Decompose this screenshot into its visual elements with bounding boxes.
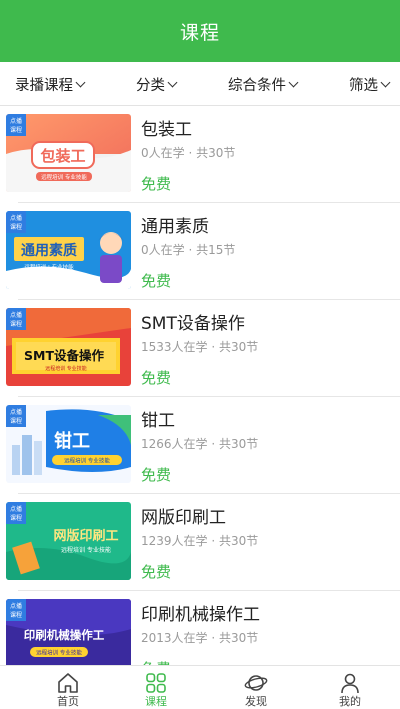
course-thumbnail: 包装工 远程培训 专业技能 点播 课程 [6, 114, 131, 192]
filter-bar: 录播课程 分类 综合条件 筛选 [0, 62, 400, 106]
thumb-badge: 点播 [10, 117, 22, 125]
filter-label: 录播课程 [15, 78, 73, 94]
chevron-down-icon [167, 77, 178, 87]
thumb-subcaption: 远程培训 专业技能 [45, 365, 87, 372]
filter-label: 综合条件 [228, 78, 286, 94]
course-price: 免费 [141, 369, 172, 387]
course-meta: 1266人在学 · 共30节 [141, 437, 259, 451]
thumb-badge: 点播 [10, 214, 22, 222]
home-icon [58, 673, 78, 693]
thumb-badge: 课程 [10, 514, 22, 522]
user-icon [341, 673, 359, 694]
course-meta: 0人在学 · 共15节 [141, 243, 236, 257]
chevron-down-icon [75, 77, 86, 87]
thumb-subcaption: 远程培训 专业技能 [64, 457, 110, 465]
thumb-caption: 网版印刷工 [53, 528, 118, 544]
thumb-badge: 点播 [10, 602, 22, 610]
tab-label: 课程 [145, 695, 167, 708]
course-meta: 1239人在学 · 共30节 [141, 534, 259, 548]
course-meta: 1533人在学 · 共30节 [141, 340, 259, 354]
tab-label: 我的 [339, 695, 361, 708]
course-thumbnail: 通用素质 远程培训 | 专业技能 点播 课程 [6, 211, 131, 289]
app-header: 课程 [0, 0, 400, 62]
course-item[interactable]: SMT设备操作 远程培训 专业技能 点播 课程 SMT设备操作 1533人在学 … [0, 300, 400, 397]
tab-discover[interactable]: 发现 [206, 666, 306, 709]
tab-home[interactable]: 首页 [18, 666, 118, 709]
course-item[interactable]: 通用素质 远程培训 | 专业技能 点播 课程 通用素质 0人在学 · 共15节 … [0, 203, 400, 300]
course-title: 通用素质 [141, 217, 209, 237]
thumb-badge: 课程 [10, 320, 22, 328]
thumb-caption: 印刷机械操作工 [24, 628, 105, 642]
thumb-caption: 钳工 [54, 430, 90, 452]
tab-courses[interactable]: 课程 [106, 666, 206, 709]
thumb-caption: SMT设备操作 [24, 348, 104, 363]
course-price: 免费 [141, 466, 172, 484]
course-item[interactable]: 网版印刷工 远程培训 专业技能 点播 课程 网版印刷工 1239人在学 · 共3… [0, 494, 400, 591]
thumb-subcaption: 远程培训 | 专业技能 [24, 263, 74, 271]
filter-label: 筛选 [349, 78, 378, 94]
course-price: 免费 [141, 272, 172, 290]
course-thumbnail: 钳工 远程培训 专业技能 点播 课程 [6, 405, 131, 483]
thumb-badge: 点播 [10, 408, 22, 416]
course-item[interactable]: 钳工 远程培训 专业技能 点播 课程 钳工 1266人在学 · 共30节 免费 [0, 397, 400, 494]
thumb-badge: 点播 [10, 505, 22, 513]
course-thumbnail: 印刷机械操作工 远程培训 专业技能 点播 课程 [6, 599, 131, 666]
course-thumbnail: 网版印刷工 远程培训 专业技能 点播 课程 [6, 502, 131, 580]
course-title: 网版印刷工 [141, 508, 226, 528]
chevron-down-icon [288, 77, 299, 87]
filter-screen[interactable]: 筛选 [349, 74, 391, 95]
course-price: 免费 [141, 175, 172, 193]
course-list[interactable]: 包装工 远程培训 专业技能 点播 课程 包装工 0人在学 · 共30节 免费 通… [0, 106, 400, 666]
course-meta: 2013人在学 · 共30节 [141, 631, 259, 645]
course-title: SMT设备操作 [141, 314, 245, 334]
thumb-subcaption: 远程培训 专业技能 [61, 546, 111, 554]
filter-label: 分类 [136, 78, 165, 94]
tab-mine[interactable]: 我的 [300, 666, 400, 709]
course-title: 印刷机械操作工 [141, 605, 260, 625]
tab-label: 首页 [57, 695, 79, 708]
thumb-badge: 课程 [10, 223, 22, 231]
thumb-badge: 点播 [10, 311, 22, 319]
filter-course-type[interactable]: 录播课程 [15, 74, 86, 95]
course-price: 免费 [141, 563, 172, 581]
course-item[interactable]: 印刷机械操作工 远程培训 专业技能 点播 课程 印刷机械操作工 2013人在学 … [0, 591, 400, 666]
thumb-caption: 包装工 [40, 147, 85, 165]
course-thumbnail: SMT设备操作 远程培训 专业技能 点播 课程 [6, 308, 131, 386]
thumb-caption: 通用素质 [21, 242, 77, 259]
thumb-badge: 课程 [10, 417, 22, 425]
bottom-tab-bar: 首页 课程 发现 我的 [0, 665, 400, 709]
thumb-subcaption: 远程培训 专业技能 [36, 649, 82, 657]
page-title: 课程 [179, 21, 220, 44]
planet-icon [244, 675, 268, 691]
course-icon [146, 673, 166, 693]
tab-label: 发现 [245, 695, 267, 708]
chevron-down-icon [380, 77, 391, 87]
course-item[interactable]: 包装工 远程培训 专业技能 点播 课程 包装工 0人在学 · 共30节 免费 [0, 106, 400, 203]
course-meta: 0人在学 · 共30节 [141, 146, 236, 160]
filter-category[interactable]: 分类 [136, 74, 178, 95]
thumb-badge: 课程 [10, 611, 22, 619]
filter-sort[interactable]: 综合条件 [228, 74, 299, 95]
thumb-badge: 课程 [10, 126, 22, 134]
course-title: 包装工 [141, 120, 192, 140]
course-title: 钳工 [141, 411, 175, 431]
thumb-subcaption: 远程培训 专业技能 [41, 173, 87, 181]
